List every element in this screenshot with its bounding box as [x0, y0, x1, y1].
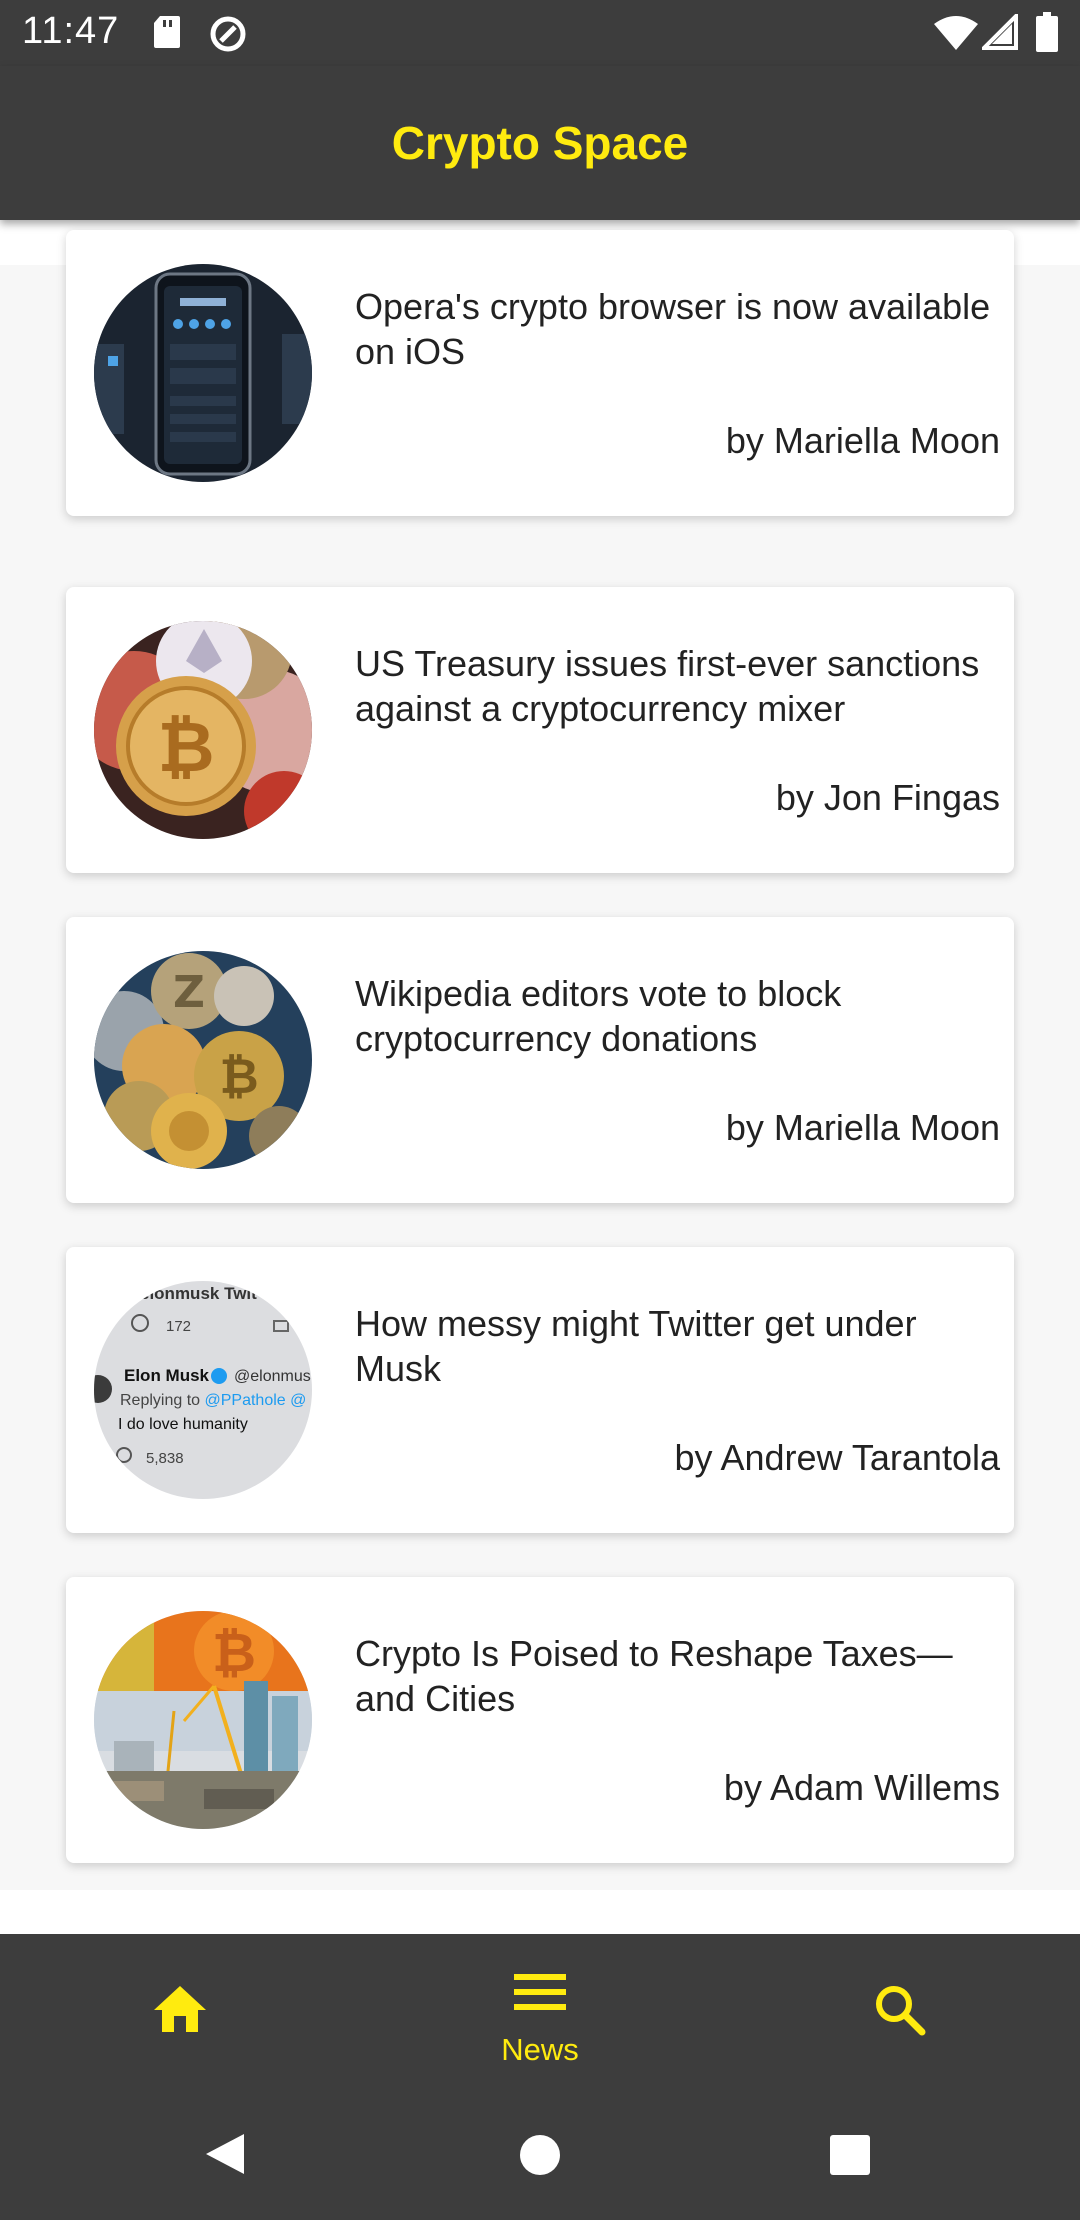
article-thumbnail	[94, 264, 312, 482]
home-icon	[154, 1986, 206, 2032]
article-author: by Mariella Moon	[725, 420, 1000, 461]
home-circle-icon[interactable]	[519, 2134, 561, 2176]
recents-icon[interactable]	[829, 2134, 871, 2176]
article-card[interactable]: Opera's crypto browser is now available …	[66, 230, 1014, 516]
article-card[interactable]: elonmusk Twit 172 Elon Musk @elonmus Rep…	[66, 1247, 1014, 1533]
article-author: by Adam Willems	[723, 1767, 1000, 1808]
tweet-replying-prefix: Replying to	[120, 1392, 205, 1409]
tweet-text: I do love humanity	[118, 1416, 248, 1433]
tweet-handle: @elonmus	[234, 1368, 311, 1385]
article-card[interactable]: Z ₿ Wikipedia editors vote to block cryp…	[66, 917, 1014, 1203]
svg-text:₿: ₿	[157, 706, 214, 788]
article-title: How messy might Twitter get under Musk	[355, 1303, 917, 1389]
tweet-name: Elon Musk	[124, 1366, 210, 1385]
system-navigation-bar	[0, 2084, 1080, 2220]
article-thumbnail: elonmusk Twit 172 Elon Musk @elonmus Rep…	[94, 1281, 312, 1499]
sd-card-icon	[154, 16, 180, 48]
article-thumbnail: ₿	[94, 1611, 312, 1829]
status-time: 11:47	[22, 10, 120, 52]
signal-icon	[982, 14, 1018, 50]
coin-pile-image: Z ₿	[94, 951, 312, 1169]
nav-home[interactable]	[0, 1934, 360, 2084]
svg-text:₿: ₿	[219, 1049, 258, 1105]
article-card[interactable]: ₿ US Treasury issues first-ever sanction…	[66, 587, 1014, 873]
menu-icon	[514, 1974, 566, 2010]
battery-icon	[1036, 12, 1058, 52]
article-thumbnail: ₿	[94, 621, 312, 839]
article-thumbnail: Z ₿	[94, 951, 312, 1169]
article-title: US Treasury issues first-ever sanctions …	[355, 643, 980, 729]
data-saver-icon	[210, 16, 246, 52]
crypto-coins-image: ₿	[94, 621, 312, 839]
article-title: Wikipedia editors vote to block cryptocu…	[355, 973, 842, 1059]
app-bar: Crypto Space	[0, 66, 1080, 220]
article-card[interactable]: ₿ Crypto Is Poised to Reshape Taxes—and …	[66, 1577, 1014, 1863]
article-author: by Andrew Tarantola	[674, 1437, 1000, 1478]
nav-news-label: News	[501, 2032, 579, 2067]
phone-screenshot-image	[94, 264, 312, 482]
app-title: Crypto Space	[391, 117, 689, 169]
tweet-likes: 5,838	[146, 1450, 184, 1467]
tweet-replying-to: @PPathole @	[205, 1392, 307, 1409]
bottom-navigation: News	[0, 1934, 1080, 2084]
article-title: Opera's crypto browser is now available …	[355, 286, 991, 372]
tweet-header: elonmusk Twit	[140, 1284, 257, 1303]
article-list[interactable]: Opera's crypto browser is now available …	[0, 230, 1080, 1890]
article-author: by Jon Fingas	[775, 777, 1000, 818]
tweet-replies: 172	[166, 1318, 191, 1335]
city-bitcoin-image: ₿	[94, 1611, 312, 1829]
svg-text:Replying to @PPathole @: Replying to @PPathole @	[120, 1392, 306, 1409]
svg-text:₿: ₿	[212, 1621, 256, 1684]
search-icon	[876, 1986, 926, 2036]
status-bar: 11:47	[0, 0, 1080, 66]
wifi-icon	[934, 16, 978, 50]
nav-search[interactable]	[720, 1934, 1080, 2084]
article-author: by Mariella Moon	[725, 1107, 1000, 1148]
back-icon[interactable]	[204, 2132, 246, 2176]
article-title: Crypto Is Poised to Reshape Taxes—and Ci…	[355, 1633, 953, 1719]
svg-text:Z: Z	[173, 967, 205, 1018]
tweet-screenshot-image: elonmusk Twit 172 Elon Musk @elonmus Rep…	[94, 1281, 312, 1499]
nav-news[interactable]: News	[360, 1934, 720, 2084]
